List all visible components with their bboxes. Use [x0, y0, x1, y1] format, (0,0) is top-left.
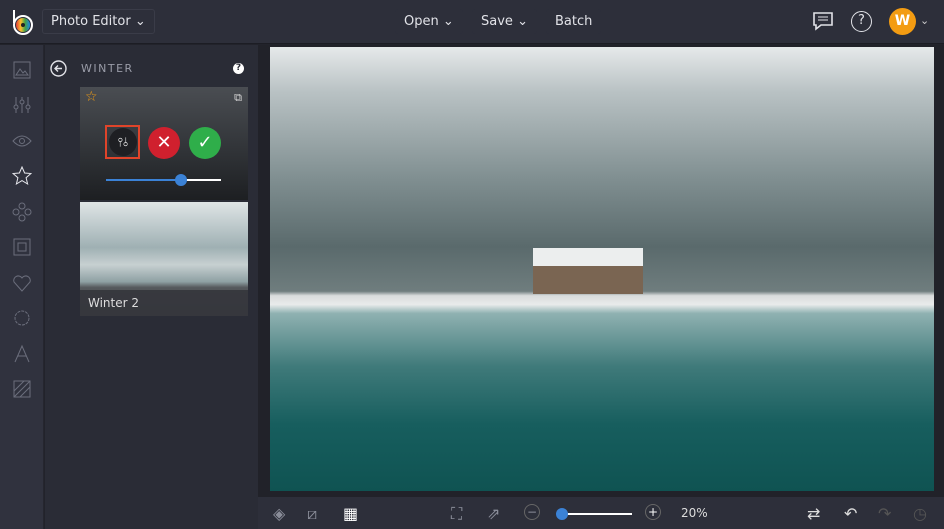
image-icon[interactable] [12, 60, 32, 80]
zoom-slider-handle[interactable] [556, 508, 568, 520]
heart-icon[interactable] [12, 273, 32, 293]
active-effect-card: ☆ ⧉ ⫯⫰ ✕ ✓ [80, 87, 248, 200]
back-arrow-icon[interactable] [50, 60, 67, 77]
star-icon[interactable] [12, 166, 32, 186]
texture-icon[interactable] [12, 379, 32, 399]
cabin [533, 248, 643, 294]
close-icon: ✕ [156, 132, 172, 153]
adjustments-icon[interactable] [12, 95, 32, 115]
shapes-icon[interactable] [12, 202, 32, 222]
save-label: Save [481, 14, 513, 29]
top-bar: Photo Editor ⌄ Open ⌄ Save ⌄ Batch ? W ⌄ [0, 0, 944, 44]
comment-icon[interactable] [812, 11, 834, 31]
user-avatar[interactable]: W [889, 8, 916, 35]
cancel-effect-button[interactable]: ✕ [148, 127, 180, 159]
help-icon[interactable]: ? [233, 63, 244, 74]
swap-icon[interactable]: ⇄ [807, 504, 825, 523]
zoom-in-button[interactable]: + [645, 504, 661, 520]
effect-settings-button[interactable]: ⫯⫰ [109, 128, 137, 156]
effect-thumbnail-winter-2[interactable]: Winter 2 [80, 202, 248, 316]
save-button[interactable]: Save ⌄ [472, 9, 537, 34]
zoom-slider[interactable] [556, 508, 632, 520]
sliders-icon: ⫯⫰ [117, 135, 129, 149]
panel-title: WINTER [81, 62, 134, 75]
slider-fill [106, 179, 181, 181]
effect-name: Winter 2 [80, 290, 248, 316]
chevron-down-icon: ⌄ [442, 14, 454, 29]
text-icon[interactable] [12, 344, 32, 364]
chevron-down-icon: ⌄ [134, 14, 146, 29]
check-icon: ✓ [197, 132, 213, 153]
effects-panel: WINTER ? ☆ ⧉ ⫯⫰ ✕ ✓ Winter 2 [45, 45, 258, 529]
canvas-area [258, 45, 944, 497]
fit-screen-icon[interactable]: ⛶ [451, 504, 469, 523]
open-button[interactable]: Open ⌄ [395, 9, 463, 34]
layout-icon[interactable]: ▦ [343, 504, 361, 523]
eye-icon[interactable] [12, 131, 32, 151]
redo-icon[interactable]: ↷ [878, 504, 896, 523]
favorite-star-icon[interactable]: ☆ [85, 89, 98, 105]
help-icon[interactable]: ? [851, 11, 872, 32]
actual-size-icon[interactable]: ⇗ [487, 504, 505, 523]
apply-effect-button[interactable]: ✓ [189, 127, 221, 159]
undo-icon[interactable]: ↶ [844, 504, 862, 523]
chevron-down-icon: ⌄ [517, 14, 528, 29]
photo-preview[interactable] [270, 47, 934, 491]
duplicate-icon[interactable]: ⧉ [234, 91, 242, 105]
batch-button[interactable]: Batch [546, 9, 602, 34]
batch-label: Batch [555, 14, 593, 29]
zoom-level: 20% [681, 506, 708, 520]
app-logo-icon[interactable] [11, 9, 35, 35]
tool-rail [0, 45, 44, 529]
app-title: Photo Editor [51, 14, 131, 29]
open-label: Open [404, 14, 439, 29]
frame-icon[interactable] [12, 237, 32, 257]
bottom-toolbar: ◈ ⧄ ▦ ⛶ ⇗ − + 20% ⇄ ↶ ↷ ◷ [258, 497, 944, 529]
chevron-down-icon[interactable]: ⌄ [920, 14, 929, 27]
badge-icon[interactable] [12, 308, 32, 328]
app-menu-button[interactable]: Photo Editor ⌄ [42, 9, 155, 34]
layers-icon[interactable]: ◈ [273, 504, 291, 523]
history-icon[interactable]: ◷ [913, 504, 931, 523]
compare-icon[interactable]: ⧄ [307, 504, 325, 523]
effect-strength-slider[interactable] [106, 174, 221, 186]
slider-handle[interactable] [174, 174, 187, 186]
zoom-out-button[interactable]: − [524, 504, 540, 520]
